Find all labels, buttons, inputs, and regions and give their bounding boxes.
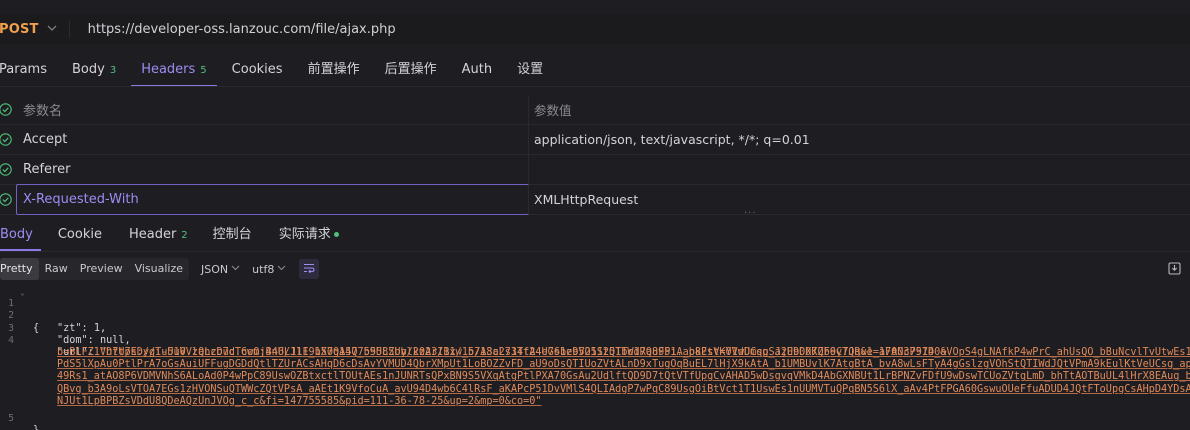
code-line: 5 } [0, 401, 1190, 430]
word-wrap-toggle[interactable] [299, 259, 320, 279]
code-line: 4 "url": "https://i-510.lanzouc.com:446/… [0, 323, 1190, 358]
code-line: 1 ⌄ { [0, 286, 1190, 334]
header-value[interactable]: application/json, text/javascript, */*; … [534, 132, 810, 147]
column-divider [528, 125, 529, 154]
request-url-bar: POST https://developer-oss.lanzouc.com/f… [0, 14, 1190, 44]
tab-count-badge: 2 [181, 230, 188, 241]
tab-response-header[interactable]: Header 2 [129, 221, 188, 251]
code-line: 2 "zt": 1, [0, 298, 1190, 333]
wrap-icon [303, 262, 315, 277]
code-line: 49Rs1_atAO8P6VDMVNhS6ALoAd0P4wPpC89UswOZ… [0, 359, 1190, 382]
response-body-editor[interactable]: 1 ⌄ { 2 "zt": 1, 3 "dom": null, 4 "url":… [0, 286, 1190, 430]
row-checkbox[interactable] [0, 133, 20, 146]
encoding-select[interactable]: utf8 [252, 263, 286, 276]
code-line: NJUt1LpBPBZsVDdU8QDeAQzUnJVOg_c_c&fi=147… [0, 384, 1190, 407]
value-column-header: 参数值 [534, 103, 572, 118]
headers-table: 参数名 参数值 Accept application/json, text/ja… [0, 95, 1190, 215]
tab-response-cookie[interactable]: Cookie [58, 221, 102, 251]
chevron-down-icon [231, 264, 240, 274]
view-raw-button[interactable]: Raw [39, 258, 74, 280]
view-preview-button[interactable]: Preview [74, 258, 129, 280]
row-checkbox[interactable] [0, 163, 20, 176]
tab-post-processors[interactable]: 后置操作 [385, 54, 437, 87]
tab-settings[interactable]: 设置 [517, 54, 543, 87]
view-visualize-button[interactable]: Visualize [129, 258, 189, 280]
tab-actual-request[interactable]: 实际请求 [279, 221, 339, 251]
code-line: b=BLFZ1VD7U7EDygTuUuVVzQLcD7dT6wOjBnULJl… [0, 335, 1190, 358]
chevron-down-icon[interactable] [47, 24, 57, 35]
save-response-icon[interactable] [1168, 262, 1181, 279]
header-key[interactable]: X-Requested-With [23, 192, 139, 207]
request-tabs: Params Body 3 Headers 5 Cookies 前置操作 后置操作 … [0, 54, 1190, 87]
response-tabs-divider [0, 251, 1190, 252]
column-divider [528, 95, 529, 124]
key-column-header: 参数名 [23, 104, 63, 119]
resize-handle-icon[interactable]: ··· [744, 208, 757, 219]
tab-response-body[interactable]: Body [0, 221, 41, 251]
view-pretty-button[interactable]: Pretty [0, 258, 39, 280]
header-value[interactable]: XMLHttpRequest [534, 192, 638, 207]
code-line: 3 "dom": null, [0, 310, 1190, 346]
tab-params[interactable]: Params [0, 54, 47, 87]
tab-headers[interactable]: Headers 5 [131, 54, 218, 87]
tab-body[interactable]: Body 3 [72, 54, 116, 87]
format-select[interactable]: JSON [201, 263, 240, 276]
method-select[interactable]: POST [0, 22, 39, 37]
status-dot-icon [333, 232, 339, 237]
table-row: X-Requested-With XMLHttpRequest [0, 184, 1190, 215]
tab-count-badge: 5 [200, 65, 207, 76]
line-number: 5 [8, 412, 14, 424]
code-line: PdS5lXpAu0PtlPrA7oGsAuiUFFugDGDdQtlTZUrA… [0, 347, 1190, 370]
column-divider [528, 155, 529, 184]
chevron-down-icon [277, 264, 286, 274]
url-input[interactable]: https://developer-oss.lanzouc.com/file/a… [88, 22, 396, 37]
view-mode-segmented: Pretty Raw Preview Visualize [0, 258, 190, 280]
check-all-checkbox[interactable] [0, 103, 20, 116]
table-row: Referer [0, 155, 1190, 185]
tabs-divider [0, 86, 1190, 87]
code-line: QBvg_b3A9oLsVTOA7EGs1zHVONSuQTWWcZQtVPsA… [0, 371, 1190, 395]
tab-count-badge: 3 [109, 65, 117, 76]
response-view-bar: Pretty Raw Preview Visualize JSON utf8 [0, 258, 320, 280]
tab-console[interactable]: 控制台 [213, 221, 252, 251]
url-divider [68, 20, 70, 38]
header-key[interactable]: Accept [23, 132, 67, 147]
header-key[interactable]: Referer [23, 162, 70, 177]
tab-auth[interactable]: Auth [462, 54, 492, 87]
tab-pre-processors[interactable]: 前置操作 [308, 54, 360, 87]
column-divider [528, 185, 529, 214]
table-header-row: 参数名 参数值 [0, 95, 1190, 125]
response-tabs: Body Cookie Header 2 控制台 实际请求 [0, 221, 1190, 251]
tab-cookies[interactable]: Cookies [232, 54, 283, 87]
table-row: Accept application/json, text/javascript… [0, 125, 1190, 155]
